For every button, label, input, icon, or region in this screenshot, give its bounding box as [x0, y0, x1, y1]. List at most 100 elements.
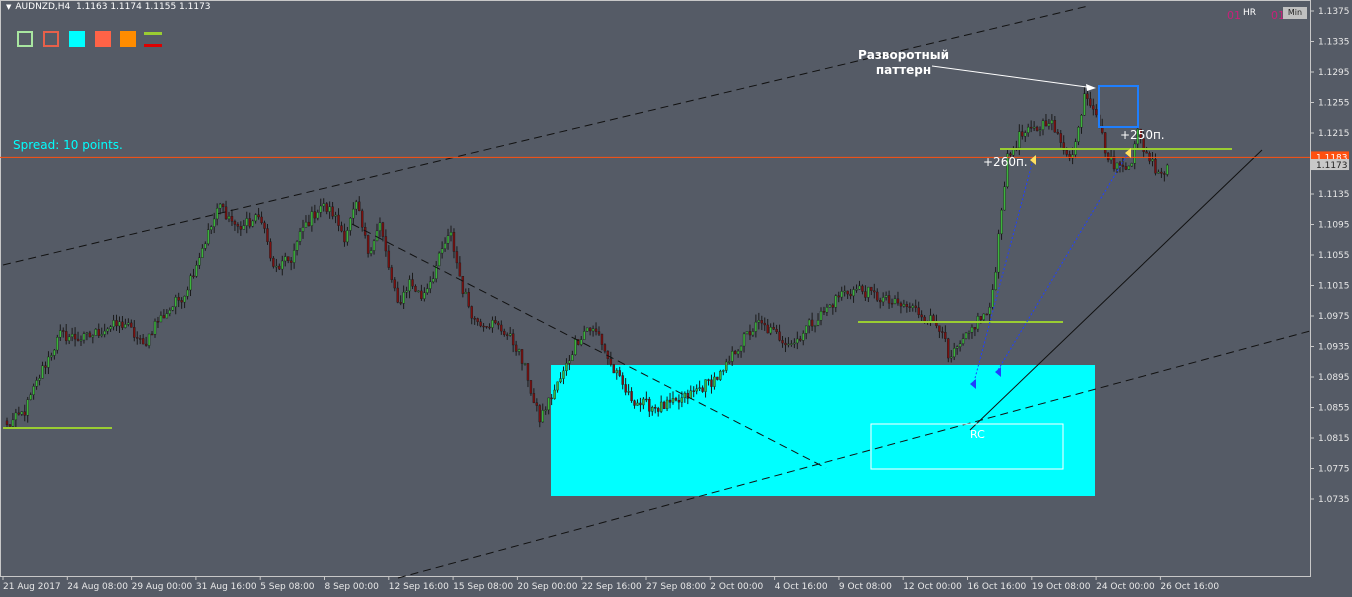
candle[interactable] [932, 315, 935, 322]
candle[interactable] [118, 321, 121, 327]
candle[interactable] [331, 206, 334, 217]
candle[interactable] [322, 203, 325, 207]
candle[interactable] [1021, 131, 1024, 137]
candle[interactable] [633, 400, 636, 406]
candle[interactable] [615, 370, 618, 374]
candle[interactable] [997, 233, 1000, 273]
candle[interactable] [449, 232, 453, 236]
candle[interactable] [1127, 165, 1131, 170]
candle[interactable] [390, 267, 393, 280]
candle[interactable] [648, 398, 651, 412]
candle[interactable] [1092, 105, 1095, 110]
candle[interactable] [85, 332, 89, 335]
candle[interactable] [366, 235, 370, 254]
candle[interactable] [837, 295, 840, 298]
candle[interactable] [272, 257, 275, 267]
orange-square-icon[interactable] [120, 31, 136, 47]
candle[interactable] [899, 302, 903, 307]
candle[interactable] [707, 379, 710, 381]
candle[interactable] [511, 333, 515, 346]
candle[interactable] [17, 412, 21, 415]
candle[interactable] [227, 216, 231, 220]
candle[interactable] [307, 221, 311, 226]
candle[interactable] [923, 316, 926, 322]
candle[interactable] [420, 290, 423, 299]
candle[interactable] [908, 306, 911, 308]
candle[interactable] [662, 401, 666, 409]
candle[interactable] [230, 216, 234, 222]
candle[interactable] [67, 336, 71, 341]
candle[interactable] [106, 328, 109, 332]
candle[interactable] [473, 317, 476, 320]
candle[interactable] [988, 307, 991, 315]
candle[interactable] [361, 210, 364, 228]
candle[interactable] [387, 250, 391, 268]
candle[interactable] [1018, 131, 1021, 149]
candle[interactable] [1050, 120, 1054, 124]
candle[interactable] [287, 256, 290, 262]
candle[interactable] [870, 286, 873, 291]
candle[interactable] [121, 321, 124, 328]
candle[interactable] [1124, 166, 1128, 170]
candle[interactable] [171, 306, 174, 311]
candle[interactable] [130, 322, 133, 328]
candle[interactable] [944, 332, 947, 339]
candle[interactable] [221, 203, 225, 208]
candle[interactable] [553, 389, 556, 399]
candle[interactable] [503, 330, 506, 335]
candle[interactable] [568, 360, 571, 364]
candle[interactable] [144, 343, 148, 346]
candle[interactable] [671, 398, 675, 403]
candle[interactable] [636, 402, 639, 406]
candle[interactable] [165, 313, 169, 319]
candle[interactable] [343, 230, 346, 243]
candle[interactable] [236, 224, 240, 227]
candle[interactable] [159, 315, 163, 323]
candle[interactable] [796, 338, 799, 344]
candle[interactable] [585, 327, 589, 332]
line-style-icon[interactable] [144, 31, 162, 47]
candle[interactable] [1118, 162, 1122, 166]
candle[interactable] [251, 220, 254, 227]
candle[interactable] [784, 342, 787, 346]
candle[interactable] [1041, 120, 1045, 130]
candle[interactable] [325, 203, 328, 212]
candle[interactable] [766, 324, 769, 334]
candle[interactable] [710, 379, 713, 387]
candle[interactable] [1000, 209, 1003, 235]
candle[interactable] [497, 322, 500, 326]
candle[interactable] [476, 318, 479, 322]
collapse-triangle-icon[interactable]: ▼ [6, 3, 11, 11]
candle[interactable] [565, 363, 568, 372]
candle[interactable] [408, 279, 411, 292]
candle[interactable] [520, 349, 524, 364]
candle[interactable] [725, 361, 728, 371]
candle[interactable] [958, 343, 962, 347]
candle[interactable] [970, 327, 974, 333]
candle[interactable] [500, 324, 503, 332]
candle[interactable] [381, 222, 385, 237]
candle[interactable] [1145, 151, 1148, 154]
candle[interactable] [529, 380, 533, 394]
candle[interactable] [426, 288, 429, 293]
candle[interactable] [1044, 120, 1048, 127]
tomato-square-icon[interactable] [95, 31, 111, 47]
candle[interactable] [76, 338, 80, 341]
candle[interactable] [384, 236, 388, 252]
candle[interactable] [541, 410, 544, 423]
candle[interactable] [822, 311, 826, 313]
candle[interactable] [313, 211, 317, 219]
candle[interactable] [713, 376, 716, 387]
candle[interactable] [59, 330, 62, 338]
candle[interactable] [1157, 171, 1160, 174]
candle[interactable] [47, 356, 50, 368]
candle[interactable] [704, 379, 707, 392]
candle[interactable] [201, 248, 204, 258]
candle[interactable] [375, 230, 379, 242]
candle[interactable] [204, 243, 207, 249]
candle[interactable] [334, 214, 337, 217]
candle[interactable] [639, 402, 642, 406]
candle[interactable] [813, 325, 817, 327]
candle[interactable] [775, 329, 778, 333]
candle[interactable] [955, 346, 959, 349]
